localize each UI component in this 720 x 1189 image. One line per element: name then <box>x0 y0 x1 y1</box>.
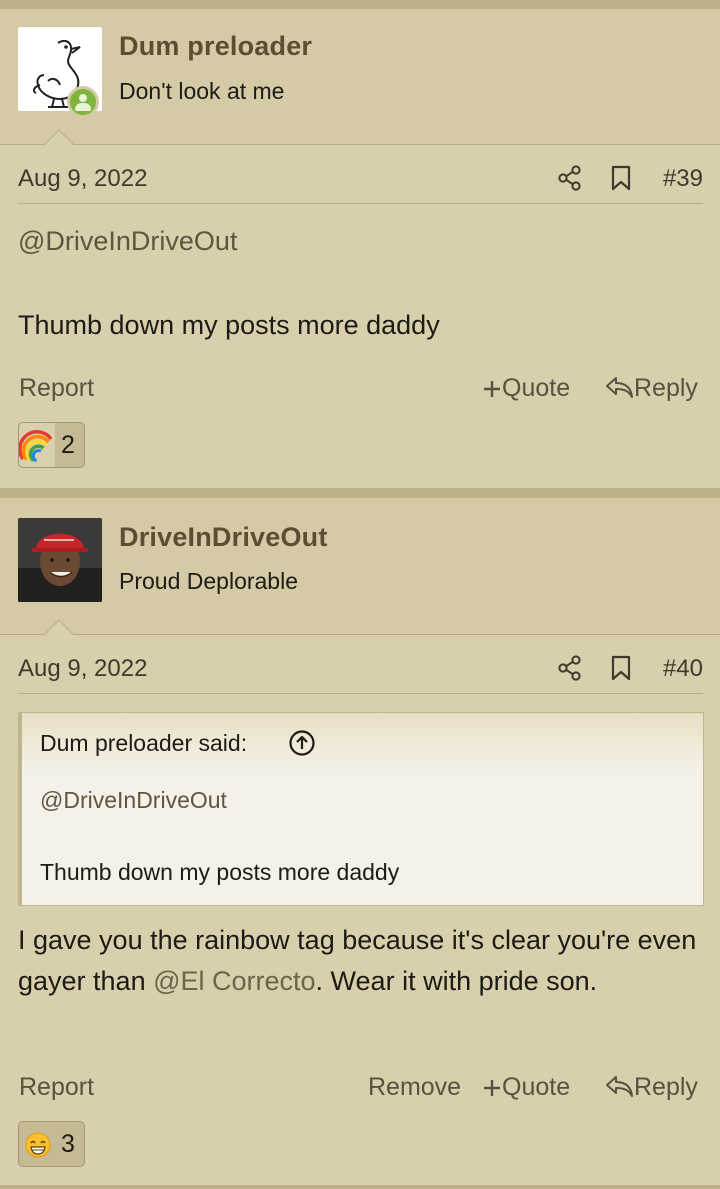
share-icon[interactable] <box>558 655 582 681</box>
username[interactable]: Dum preloader <box>119 31 312 62</box>
quote-button[interactable]: Quote <box>482 1073 570 1102</box>
post-40: DriveInDriveOut Proud Deplorable Aug 9, … <box>0 490 720 1189</box>
username[interactable]: DriveInDriveOut <box>119 522 328 553</box>
mention-link[interactable]: @El Correcto <box>153 966 315 996</box>
reply-button[interactable]: Reply <box>604 1073 698 1102</box>
quote-header: Dum preloader said: <box>22 713 703 773</box>
post-date[interactable]: Aug 9, 2022 <box>18 655 147 683</box>
post-date[interactable]: Aug 9, 2022 <box>18 165 147 193</box>
post-body: I gave you the rainbow tag because it's … <box>18 920 708 1002</box>
user-info-block <box>0 498 720 634</box>
rainbow-icon <box>19 430 53 463</box>
post-body: Thumb down my posts more daddy <box>18 310 440 340</box>
reply-arrow-icon <box>606 377 633 398</box>
report-button[interactable]: Report <box>19 1073 94 1102</box>
message-pointer-icon <box>44 129 74 145</box>
go-to-quoted-icon[interactable] <box>288 729 316 757</box>
plus-icon <box>484 381 500 397</box>
plus-icon <box>484 1080 500 1096</box>
reply-label: Reply <box>634 374 698 402</box>
post-meta: Aug 9, 2022 #39 <box>18 152 703 204</box>
quote-label: Quote <box>502 374 571 402</box>
quote-block: Dum preloader said: @DriveInDriveOut Thu… <box>18 712 704 906</box>
reaction-summary[interactable]: 3 <box>18 1121 85 1167</box>
message-pointer-icon <box>44 619 74 635</box>
user-title: Proud Deplorable <box>119 568 299 594</box>
reaction-count: 3 <box>61 1130 75 1158</box>
remove-button[interactable]: Remove <box>368 1073 461 1102</box>
reaction-emoji-cell <box>19 1122 55 1166</box>
quote-button[interactable]: Quote <box>482 374 570 403</box>
online-status-icon <box>67 86 99 118</box>
post-number-link[interactable]: #39 <box>663 165 703 193</box>
post-39: Dum preloader Don't look at me Aug 9, 20… <box>0 0 720 488</box>
quote-mention-link[interactable]: @DriveInDriveOut <box>40 787 227 814</box>
message-divider <box>0 634 720 635</box>
bookmark-icon[interactable] <box>611 655 631 681</box>
user-info-block <box>0 9 720 145</box>
quote-text: Thumb down my posts more daddy <box>40 859 400 885</box>
post-divider <box>0 1185 720 1189</box>
quote-label: Quote <box>502 1073 571 1101</box>
reaction-emoji-cell <box>19 423 55 467</box>
mention-link[interactable]: @DriveInDriveOut <box>18 226 237 257</box>
reaction-summary[interactable]: 2 <box>18 422 85 468</box>
grinning-emoji-icon <box>25 1132 51 1158</box>
reply-button[interactable]: Reply <box>604 374 698 403</box>
avatar[interactable] <box>18 518 102 602</box>
message-divider <box>0 144 720 145</box>
user-title: Don't look at me <box>119 78 285 104</box>
man-red-cap-avatar-icon <box>18 518 102 602</box>
post-body-text: . Wear it with pride son. <box>315 966 598 996</box>
report-button[interactable]: Report <box>19 374 94 403</box>
quote-attribution[interactable]: Dum preloader said: <box>40 730 247 757</box>
post-number-link[interactable]: #40 <box>663 655 703 683</box>
reaction-count: 2 <box>61 431 75 459</box>
share-icon[interactable] <box>558 165 582 191</box>
reply-arrow-icon <box>606 1076 633 1097</box>
bookmark-icon[interactable] <box>611 165 631 191</box>
post-meta: Aug 9, 2022 #40 <box>18 642 703 694</box>
reply-label: Reply <box>634 1073 698 1101</box>
